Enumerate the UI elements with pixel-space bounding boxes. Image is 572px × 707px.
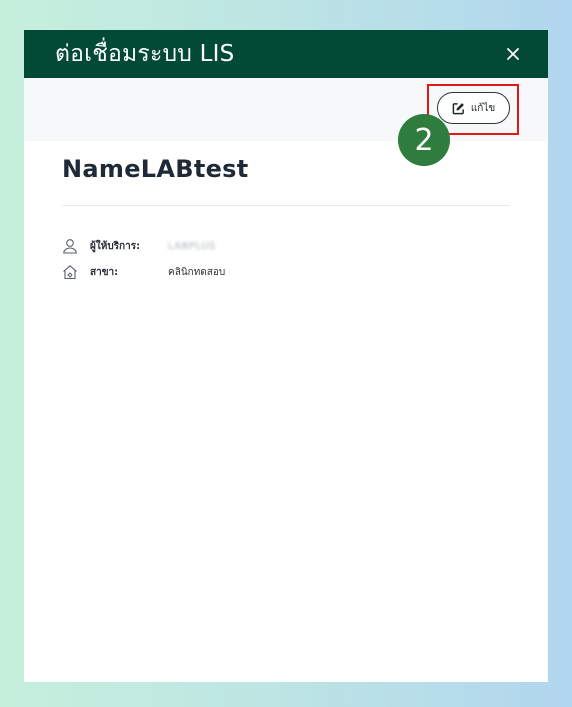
- home-icon: [62, 264, 78, 280]
- user-icon: [62, 238, 78, 254]
- close-button[interactable]: [502, 43, 524, 65]
- panel-header: ต่อเชื่อมระบบ LIS: [24, 30, 548, 78]
- branch-value: คลินิกทดสอบ: [168, 266, 226, 278]
- step-number-badge: 2: [398, 114, 450, 166]
- lab-name-heading: NameLABtest: [62, 155, 510, 206]
- info-row-branch: สาขา: คลินิกทดสอบ: [62, 262, 510, 282]
- lis-connection-panel: ต่อเชื่อมระบบ LIS แก้ไข 2 NameLABtest ผู…: [24, 30, 548, 682]
- panel-content: NameLABtest ผู้ให้บริการ: LABPLUS สาขา: …: [24, 141, 548, 282]
- info-row-provider: ผู้ให้บริการ: LABPLUS: [62, 236, 510, 256]
- provider-label: ผู้ให้บริการ:: [90, 240, 141, 252]
- branch-label: สาขา:: [90, 266, 119, 278]
- edit-button[interactable]: แก้ไข: [437, 92, 510, 124]
- close-icon: [507, 48, 519, 60]
- edit-button-label: แก้ไข: [470, 102, 496, 114]
- panel-toolbar: แก้ไข 2: [24, 78, 548, 166]
- edit-icon: [452, 102, 464, 114]
- panel-title: ต่อเชื่อมระบบ LIS: [55, 41, 235, 67]
- provider-value: LABPLUS: [168, 240, 216, 252]
- info-list: ผู้ให้บริการ: LABPLUS สาขา: คลินิกทดสอบ: [62, 236, 510, 282]
